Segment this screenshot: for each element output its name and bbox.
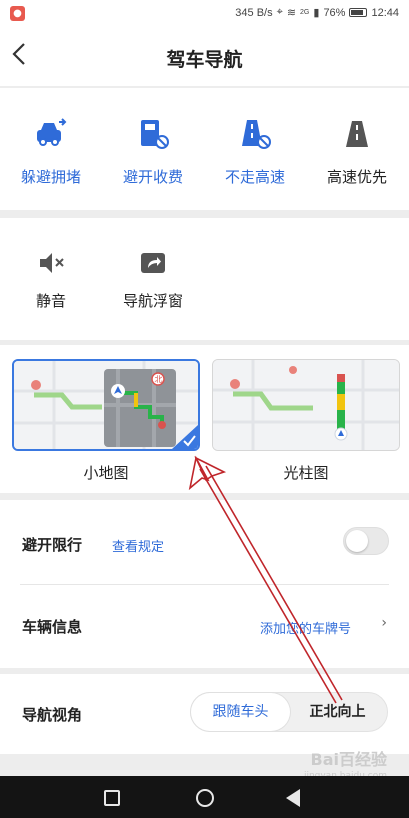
route-option-label: 不走高速 <box>224 168 285 186</box>
map-mode-label: 小地图 <box>83 464 129 482</box>
tool-label: 静音 <box>35 292 66 310</box>
light-bar-preview <box>213 360 399 450</box>
network-speed: 345 B/s <box>235 6 273 19</box>
selected-check-icon <box>172 425 198 449</box>
status-bar: ● 345 B/s ⌖ ≋ 2G ▮ 76% 12:44 <box>0 0 409 28</box>
vehicle-info-label: 车辆信息 <box>22 618 83 636</box>
toll-avoid-icon <box>141 120 169 149</box>
route-option-avoid-traffic[interactable]: 躲避拥堵 <box>6 116 96 187</box>
avoid-limit-toggle[interactable] <box>343 527 389 555</box>
chevron-right-icon: › <box>381 615 387 631</box>
navigation-tools: 静音 导航浮窗 <box>0 218 409 340</box>
car-traffic-icon <box>37 118 67 146</box>
tool-label: 导航浮窗 <box>122 292 183 310</box>
route-option-avoid-toll[interactable]: 避开收费 <box>108 116 198 187</box>
mic-icon: ● <box>10 6 25 21</box>
divider <box>20 584 389 585</box>
settings-list: 避开限行 查看规定 车辆信息 添加您的车牌号 › <box>0 500 409 668</box>
map-mode-selector: 北 小地图 光柱图 <box>0 345 409 493</box>
signal-icon: ▮ <box>313 7 320 19</box>
mute-icon <box>40 253 64 273</box>
view-rules-link[interactable]: 查看规定 <box>112 536 164 555</box>
navigation-view-row: 导航视角 跟随车头 正北向上 <box>0 674 409 754</box>
route-preferences: 躲避拥堵 避开收费 不走高速 高速优先 <box>0 88 409 210</box>
page-title: 驾车导航 <box>166 49 243 71</box>
highway-icon <box>346 121 368 147</box>
view-follow-heading-button[interactable]: 跟随车头 <box>191 693 290 731</box>
map-mode-light-bar[interactable] <box>212 359 400 451</box>
tool-floating-window[interactable]: 导航浮窗 <box>108 248 198 311</box>
route-option-highway-first[interactable]: 高速优先 <box>312 116 402 187</box>
map-mode-mini-map[interactable]: 北 <box>12 359 200 451</box>
battery-percent: 76% <box>323 6 346 19</box>
view-north-up-button[interactable]: 正北向上 <box>288 693 387 731</box>
title-bar: 驾车导航 <box>0 28 409 86</box>
battery-icon <box>349 8 368 17</box>
route-option-label: 躲避拥堵 <box>20 168 81 186</box>
back-nav-icon[interactable] <box>286 789 300 807</box>
route-option-label: 避开收费 <box>122 168 183 186</box>
route-option-no-highway[interactable]: 不走高速 <box>210 116 300 187</box>
system-nav-bar <box>0 776 409 818</box>
no-highway-icon <box>242 120 271 149</box>
avoid-limit-label: 避开限行 <box>22 536 83 554</box>
wifi-icon: ≋ <box>286 7 297 19</box>
route-option-label: 高速优先 <box>326 168 387 186</box>
tool-mute[interactable]: 静音 <box>6 248 96 311</box>
location-icon: ⌖ <box>276 6 283 18</box>
mini-map-preview: 北 <box>14 361 198 449</box>
svg-text:北: 北 <box>155 375 163 384</box>
add-plate-link[interactable]: 添加您的车牌号 <box>260 618 351 637</box>
floating-window-icon <box>141 253 165 273</box>
toggle-knob <box>346 530 368 552</box>
map-mode-label: 光柱图 <box>283 464 329 482</box>
watermark-brand: Bai百经验 <box>310 750 387 769</box>
navigation-view-label: 导航视角 <box>22 706 83 724</box>
home-icon[interactable] <box>196 789 214 807</box>
recents-icon[interactable] <box>104 790 120 806</box>
status-indicators: 345 B/s ⌖ ≋ 2G ▮ 76% 12:44 <box>235 6 399 19</box>
clock: 12:44 <box>371 6 399 19</box>
network-type: 2G <box>300 9 310 16</box>
view-mode-segmented: 跟随车头 正北向上 <box>190 692 388 732</box>
